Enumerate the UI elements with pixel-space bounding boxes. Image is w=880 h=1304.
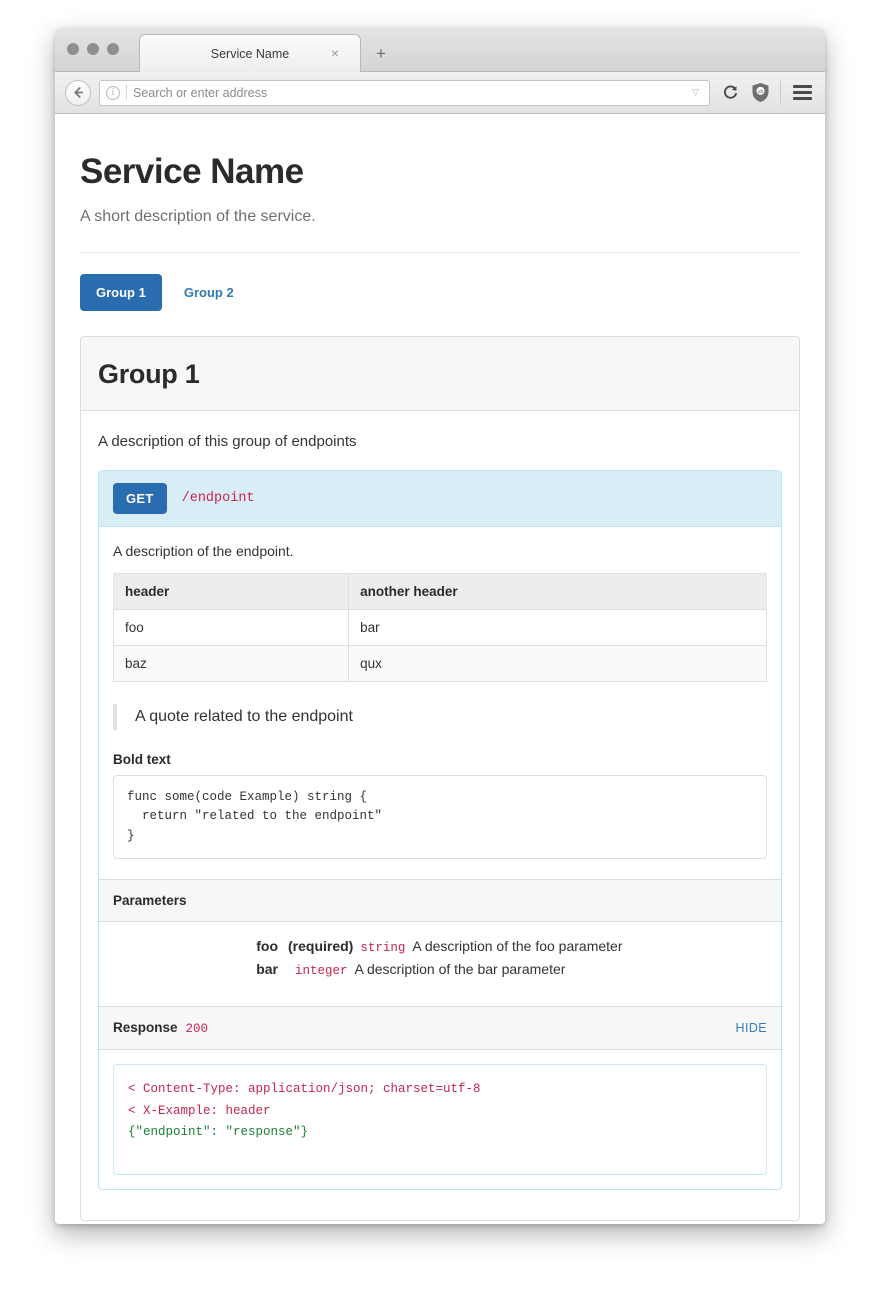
endpoint-quote: A quote related to the endpoint xyxy=(113,704,767,730)
group-description: A description of this group of endpoints xyxy=(98,433,782,450)
address-bar-divider xyxy=(126,85,127,100)
response-toggle-link[interactable]: HIDE xyxy=(736,1021,767,1035)
response-json-line: {"endpoint": "response"} xyxy=(128,1122,752,1144)
bold-text-label: Bold text xyxy=(113,752,767,767)
response-status-code: 200 xyxy=(186,1022,209,1036)
group-panel-header: Group 1 xyxy=(81,337,799,411)
chevron-down-icon[interactable]: ▽ xyxy=(692,87,699,98)
group-panel-body: A description of this group of endpoints… xyxy=(81,411,799,1220)
endpoint-description: A description of the endpoint. xyxy=(113,543,767,559)
endpoint-card: GET /endpoint A description of the endpo… xyxy=(98,470,782,1190)
address-bar[interactable]: i Search or enter address ▽ xyxy=(99,80,710,106)
table-head: header another header xyxy=(114,574,767,610)
page-title: Service Name xyxy=(80,152,800,192)
table-cell: bar xyxy=(349,610,767,646)
endpoint-table: header another header foo bar xyxy=(113,573,767,682)
header-divider xyxy=(80,252,800,253)
parameter-type: integer xyxy=(295,964,348,978)
hamburger-menu-icon[interactable] xyxy=(791,81,815,105)
close-window-button[interactable] xyxy=(67,43,79,55)
svg-text:ub: ub xyxy=(757,89,763,95)
table-cell: qux xyxy=(349,646,767,682)
menu-bar-1 xyxy=(793,85,812,88)
table-cell: foo xyxy=(114,610,349,646)
endpoint-header[interactable]: GET /endpoint xyxy=(99,471,781,527)
parameter-required-flag: (required) xyxy=(288,938,353,954)
endpoint-code-block: func some(code Example) string { return … xyxy=(113,775,767,859)
response-header-line: < Content-Type: application/json; charse… xyxy=(128,1079,752,1101)
parameter-name: foo xyxy=(113,938,288,954)
address-input[interactable]: Search or enter address xyxy=(133,86,692,100)
browser-tab-title: Service Name xyxy=(211,47,290,61)
nav-pill-group-2[interactable]: Group 2 xyxy=(168,274,250,311)
maximize-window-button[interactable] xyxy=(107,43,119,55)
table-column-header-2: another header xyxy=(349,574,767,610)
parameter-type: string xyxy=(360,941,405,955)
nav-pill-group-1[interactable]: Group 1 xyxy=(80,274,162,311)
parameter-description: A description of the foo parameter xyxy=(412,938,622,954)
http-method-badge: GET xyxy=(113,483,167,514)
parameters-heading: Parameters xyxy=(113,893,187,908)
screenshot-root: Service Name × + i Search or enter addre… xyxy=(0,0,880,1304)
parameters-section-header: Parameters xyxy=(99,879,781,922)
response-heading-group: Response 200 xyxy=(113,1020,208,1036)
parameter-row: foo (required) string A description of t… xyxy=(113,938,767,955)
response-body: < Content-Type: application/json; charse… xyxy=(113,1064,767,1175)
browser-toolbar: i Search or enter address ▽ ub xyxy=(55,72,825,114)
browser-window: Service Name × + i Search or enter addre… xyxy=(55,28,825,1224)
page-content: Service Name A short description of the … xyxy=(55,114,825,1223)
browser-tab[interactable]: Service Name × xyxy=(139,34,361,72)
window-controls[interactable] xyxy=(67,43,119,55)
endpoint-path: /endpoint xyxy=(182,491,255,506)
table-row: foo bar xyxy=(114,610,767,646)
new-tab-icon[interactable]: + xyxy=(373,46,389,62)
back-arrow-icon[interactable] xyxy=(65,80,91,106)
table-cell: baz xyxy=(114,646,349,682)
parameter-row: bar integer A description of the bar par… xyxy=(113,961,767,978)
table-header-row: header another header xyxy=(114,574,767,610)
reload-icon[interactable] xyxy=(718,81,742,105)
table-row: baz qux xyxy=(114,646,767,682)
ublock-shield-icon[interactable]: ub xyxy=(748,80,772,106)
page-description: A short description of the service. xyxy=(80,208,800,226)
group-panel: Group 1 A description of this group of e… xyxy=(80,336,800,1221)
site-info-icon[interactable]: i xyxy=(106,86,120,100)
minimize-window-button[interactable] xyxy=(87,43,99,55)
parameters-body: foo (required) string A description of t… xyxy=(99,922,781,1006)
browser-tab-strip: Service Name × + xyxy=(55,28,825,72)
toolbar-divider xyxy=(780,81,781,105)
menu-bar-2 xyxy=(793,91,812,94)
table-column-header-1: header xyxy=(114,574,349,610)
response-header-line: < X-Example: header xyxy=(128,1101,752,1123)
parameter-description: A description of the bar parameter xyxy=(355,961,566,977)
response-section-header: Response 200 HIDE xyxy=(99,1006,781,1050)
response-heading: Response xyxy=(113,1020,178,1035)
parameter-name: bar xyxy=(113,961,288,977)
menu-bar-3 xyxy=(793,97,812,100)
endpoint-body: A description of the endpoint. header an… xyxy=(99,527,781,879)
group-heading: Group 1 xyxy=(98,359,782,390)
group-nav: Group 1 Group 2 xyxy=(80,274,800,311)
table-body: foo bar baz qux xyxy=(114,610,767,682)
close-tab-icon[interactable]: × xyxy=(328,46,342,60)
